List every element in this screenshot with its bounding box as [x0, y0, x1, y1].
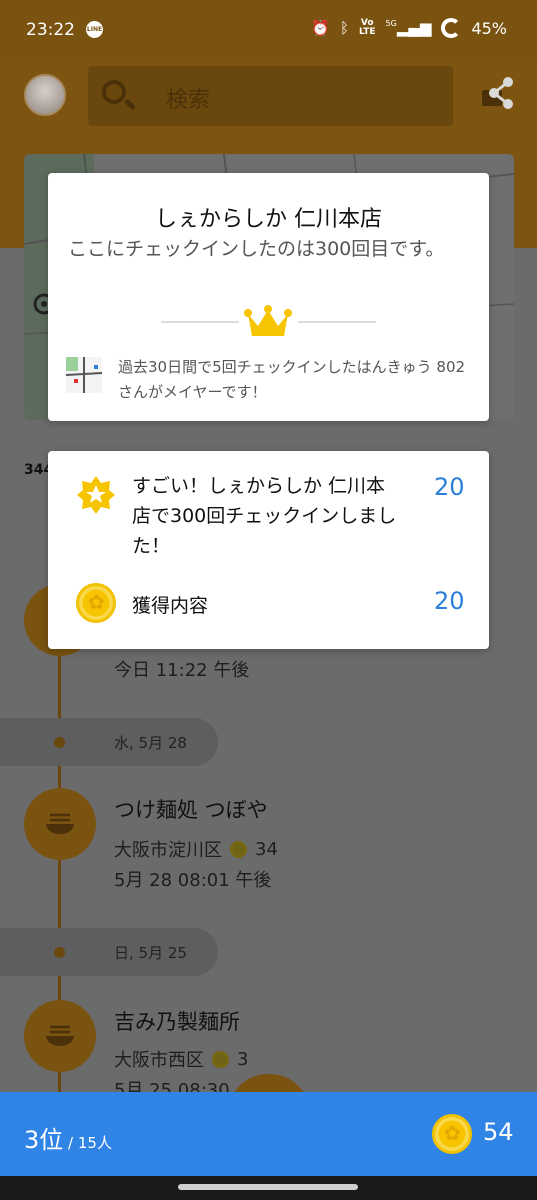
bluetooth-icon: ᛒ — [339, 19, 349, 37]
reward-dialog[interactable]: すごい！しぇからしか 仁川本店で300回チェックインしました！ 20 獲得内容 … — [48, 451, 489, 649]
coin-icon — [76, 583, 116, 623]
coin-icon — [212, 1050, 229, 1068]
venue-icon-noodles[interactable] — [24, 1000, 96, 1072]
timeline-dot — [54, 737, 65, 748]
coin-icon — [230, 840, 247, 858]
venue-meta: 大阪市淀川区 34 — [114, 836, 278, 862]
noodle-bowl-icon — [46, 813, 74, 834]
coin-total: 54 — [483, 1118, 514, 1146]
star-badge-icon — [77, 476, 115, 514]
system-nav-bar — [0, 1176, 537, 1200]
venue-coins: 3 — [237, 1048, 249, 1070]
battery-ring-icon — [441, 18, 462, 38]
divider — [298, 321, 376, 323]
earned-points: 20 — [434, 587, 465, 615]
rank: 3位 / 15人 — [24, 1120, 112, 1155]
venue-name[interactable]: つけ麺処 つぼや — [114, 794, 268, 824]
mayor-text: 過去30日間で5回チェックインしたはんきゅう 802さんがメイヤーです！ — [118, 358, 466, 401]
dialog-subtitle: ここにチェックインしたのは300回目です。 — [68, 238, 445, 260]
reward-message: すごい！しぇからしか 仁川本店で300回チェックインしました！ — [132, 475, 397, 557]
share-icon[interactable] — [480, 76, 516, 112]
date-header: 水, 5月 28 — [0, 718, 218, 766]
battery-percent: 45% — [471, 18, 507, 38]
dialog-title: しぇからしか 仁川本店 — [155, 207, 382, 232]
rank-position: 3位 — [24, 1126, 64, 1154]
status-icons: ⏰ ᛒ Vo LTE 5G▂▄▆ 45% — [311, 18, 507, 38]
search-icon — [102, 80, 126, 104]
rank-total: / 15人 — [63, 1134, 112, 1152]
reward-points: 20 — [434, 473, 465, 501]
venue-icon-noodles[interactable] — [24, 788, 96, 860]
timeline-dot — [54, 947, 65, 958]
network-type: 5G — [385, 19, 397, 28]
status-time: 23:22 — [26, 20, 75, 40]
checkin-dialog[interactable]: しぇからしか 仁川本店 ここにチェックインしたのは300回目です。 過去30日間… — [48, 173, 489, 421]
search-placeholder: 検索 — [166, 88, 211, 113]
date-label: 日, 5月 25 — [114, 944, 187, 962]
home-gesture-handle[interactable] — [178, 1184, 358, 1190]
checkin-time: 今日 11:22 午後 — [114, 660, 250, 681]
venue-name[interactable]: 吉み乃製麺所 — [114, 1006, 240, 1036]
avatar[interactable] — [24, 74, 66, 116]
venue-meta: 大阪市西区 3 — [114, 1046, 248, 1072]
crown-icon — [244, 305, 292, 336]
alarm-icon: ⏰ — [311, 19, 330, 37]
coin-icon — [432, 1114, 472, 1154]
venue-area: 大阪市淀川区 — [114, 840, 222, 861]
signal-icon: 5G▂▄▆ — [385, 19, 432, 37]
date-label: 水, 5月 28 — [114, 734, 187, 752]
status-bar: 23:22 LINE ⏰ ᛒ Vo LTE 5G▂▄▆ 45% — [0, 0, 537, 58]
noodle-bowl-icon — [46, 1025, 74, 1046]
volte-icon: Vo LTE — [358, 18, 376, 37]
divider — [161, 321, 239, 323]
venue-coins: 34 — [255, 838, 278, 860]
search-bar[interactable]: 検索 — [88, 66, 453, 126]
venue-area: 大阪市西区 — [114, 1050, 204, 1071]
earned-label: 獲得内容 — [132, 595, 209, 617]
checkin-time: 5月 28 08:01 午後 — [114, 870, 272, 891]
line-icon: LINE — [86, 21, 103, 38]
date-header: 日, 5月 25 — [0, 928, 218, 976]
mayor-map-icon — [66, 357, 102, 393]
ranking-bar[interactable]: 3位 / 15人 54 — [0, 1092, 537, 1176]
